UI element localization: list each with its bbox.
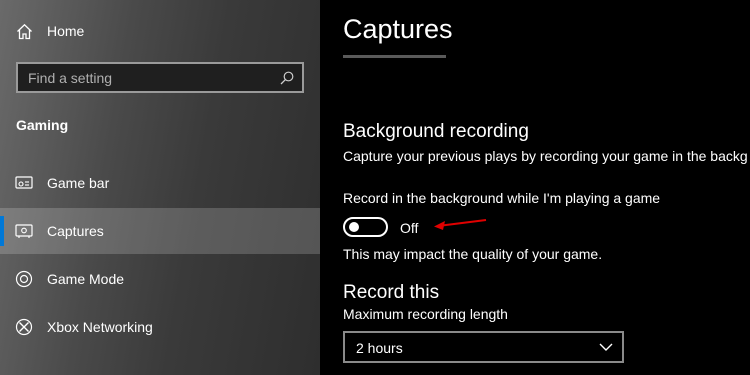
background-recording-toggle-label: Record in the background while I'm playi… [343, 190, 661, 206]
selection-indicator [0, 216, 4, 246]
game-bar-icon [15, 176, 33, 189]
sidebar-item-game-bar[interactable]: Game bar [0, 160, 320, 206]
background-recording-heading: Background recording [343, 121, 529, 142]
section-title: Gaming [16, 117, 69, 133]
sidebar-item-game-mode[interactable]: Game Mode [0, 256, 320, 302]
toggle-knob [349, 222, 359, 232]
title-underline [343, 55, 446, 58]
xbox-icon [15, 318, 33, 336]
captures-icon [15, 224, 33, 238]
search-placeholder: Find a setting [28, 70, 113, 86]
chevron-down-icon [599, 343, 613, 351]
annotation-arrow-icon [434, 219, 487, 230]
sidebar-item-label: Home [47, 23, 85, 39]
sidebar: Home Find a setting Gaming Game bar Capt… [0, 0, 320, 375]
sidebar-item-label: Captures [47, 223, 104, 239]
sidebar-item-label: Game bar [47, 175, 110, 191]
page-title: Captures [343, 14, 453, 44]
toggle-state-text: Off [400, 220, 419, 236]
background-recording-description: Capture your previous plays by recording… [343, 148, 748, 164]
search-input[interactable]: Find a setting [16, 62, 304, 93]
sidebar-item-home[interactable]: Home [0, 14, 320, 48]
max-recording-length-label: Maximum recording length [343, 306, 508, 322]
sidebar-item-label: Xbox Networking [47, 319, 153, 335]
background-recording-note: This may impact the quality of your game… [343, 246, 603, 262]
game-mode-icon [15, 270, 33, 288]
sidebar-item-label: Game Mode [47, 271, 125, 287]
max-recording-length-dropdown[interactable]: 2 hours [343, 331, 624, 363]
dropdown-value: 2 hours [356, 340, 403, 356]
home-icon [17, 23, 32, 40]
search-icon[interactable] [280, 71, 294, 85]
background-recording-toggle[interactable] [343, 217, 388, 237]
record-this-heading: Record this [343, 282, 440, 303]
sidebar-item-xbox-networking[interactable]: Xbox Networking [0, 304, 320, 350]
main-panel: Captures Background recording Capture yo… [320, 0, 750, 375]
sidebar-item-captures[interactable]: Captures [0, 208, 320, 254]
